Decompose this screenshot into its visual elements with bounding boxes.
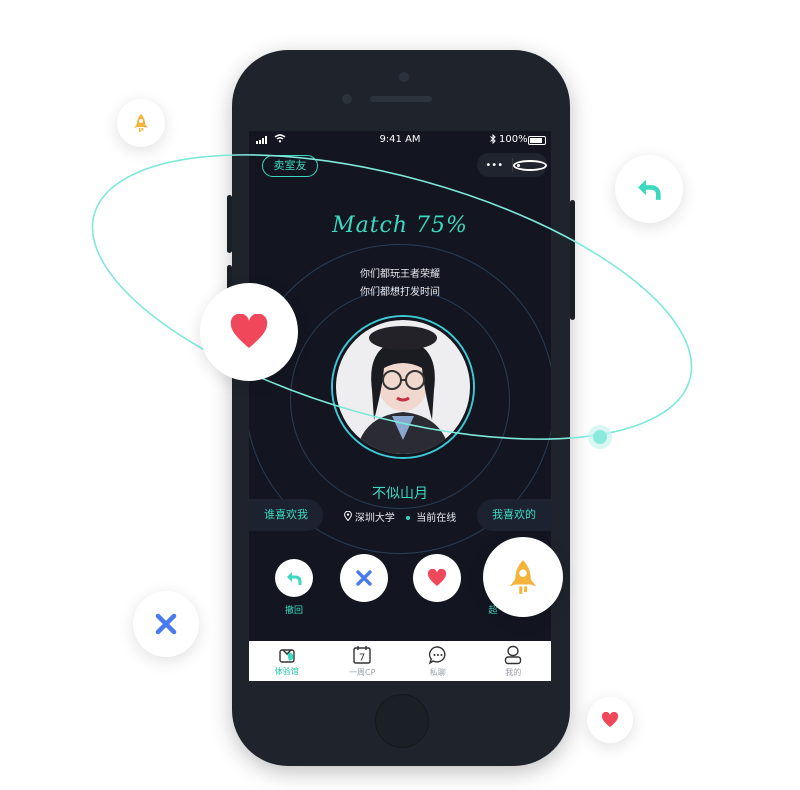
heart-icon [601, 712, 619, 728]
rocket-icon [509, 560, 537, 594]
floating-heart-badge [200, 283, 298, 381]
super-like-button[interactable] [483, 537, 563, 617]
orbit-node [593, 430, 607, 444]
floating-small-heart-badge [587, 697, 633, 743]
rocket-icon [134, 114, 148, 132]
floating-undo-badge [615, 155, 683, 223]
floating-rocket-badge [117, 99, 165, 147]
close-icon [155, 613, 177, 635]
heart-icon [230, 314, 268, 348]
floating-close-badge [133, 591, 199, 657]
undo-icon [638, 179, 661, 200]
